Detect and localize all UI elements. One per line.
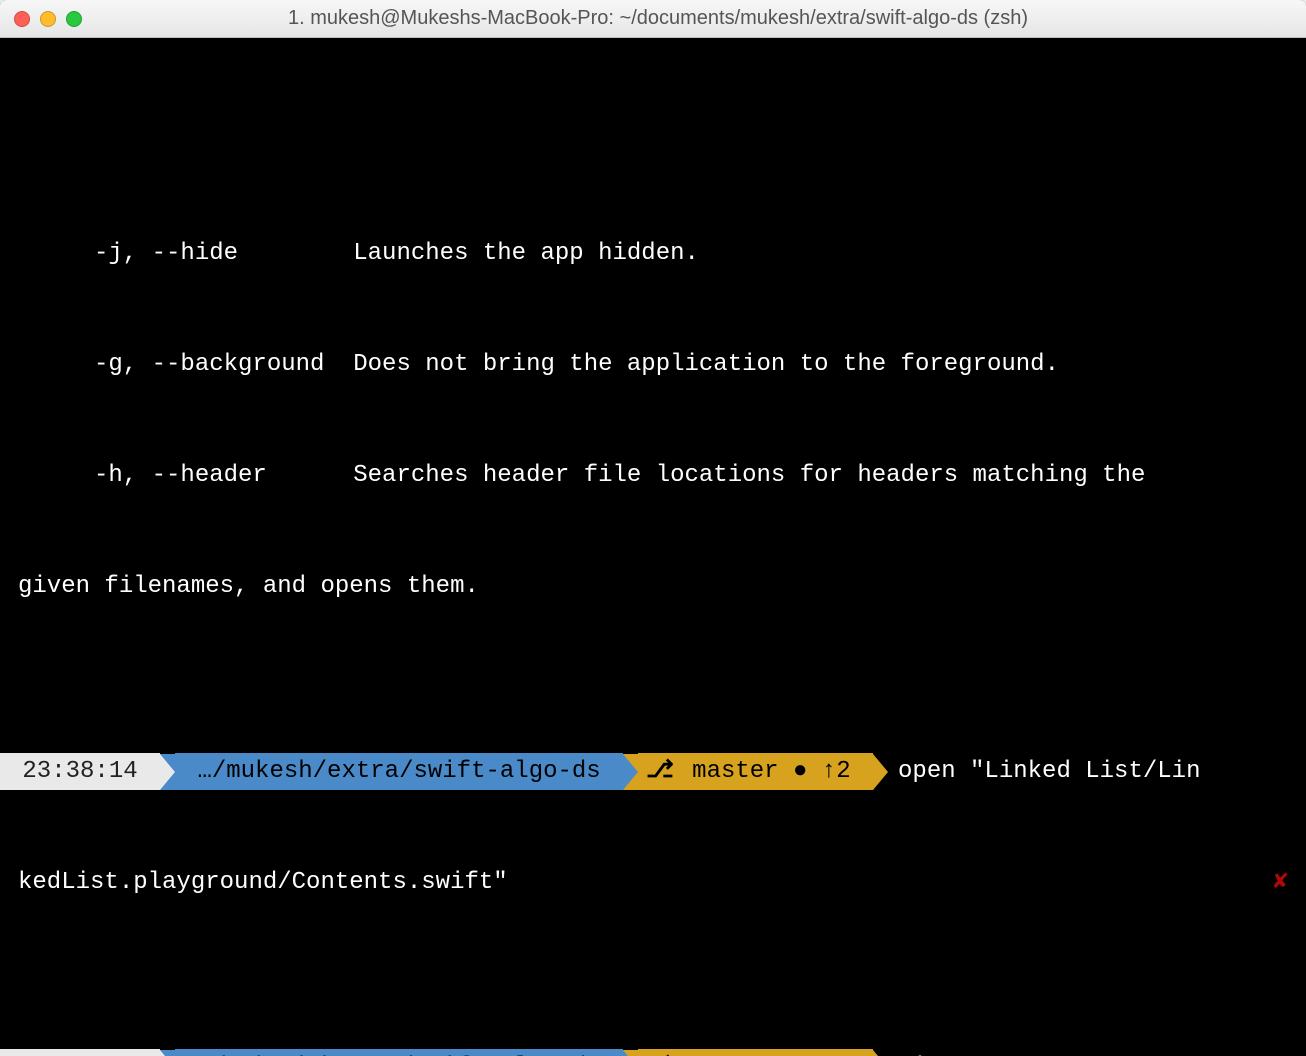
- chevron-right-icon: [873, 754, 888, 790]
- prompt-line: 23:42:05 …/mukesh/extra/swift-algo-ds ⎇ …: [0, 1049, 1306, 1056]
- terminal-window: 1. mukesh@Mukeshs-MacBook-Pro: ~/documen…: [0, 0, 1306, 1056]
- chevron-right-icon: [623, 1050, 638, 1056]
- prompt-branch-segment: ⎇ master ● ↑2: [638, 1049, 873, 1056]
- command-continuation: kedList.playground/Contents.swift" ✘: [0, 864, 1306, 901]
- terminal-body[interactable]: -j, --hide Launches the app hidden. -g, …: [0, 38, 1306, 1056]
- prompt-line: 23:38:14 …/mukesh/extra/swift-algo-ds ⎇ …: [0, 753, 1306, 790]
- prompt-path: …/mukesh/extra/swift-algo-ds: [197, 753, 600, 790]
- prompt-branch: master ● ↑2: [692, 1049, 850, 1056]
- prompt-time: 23:38:14: [22, 753, 137, 790]
- command-continuation-text: kedList.playground/Contents.swift": [18, 864, 508, 901]
- prompt-path-segment: …/mukesh/extra/swift-algo-ds: [175, 1049, 623, 1056]
- window-title: 1. mukesh@Mukeshs-MacBook-Pro: ~/documen…: [24, 7, 1292, 30]
- prompt-time-segment: 23:38:14: [0, 753, 160, 790]
- git-branch-icon: ⎇: [646, 753, 674, 790]
- git-branch-icon: ⎇: [646, 1049, 674, 1056]
- titlebar: 1. mukesh@Mukeshs-MacBook-Pro: ~/documen…: [0, 0, 1306, 38]
- prompt-time: 23:42:05: [22, 1049, 137, 1056]
- help-desc: Does not bring the application to the fo…: [353, 351, 1059, 378]
- help-line: -h, --header Searches header file locati…: [0, 457, 1306, 494]
- chevron-right-icon: [160, 754, 175, 790]
- help-line: -j, --hide Launches the app hidden.: [0, 235, 1306, 272]
- error-icon: ✘: [1274, 864, 1288, 901]
- help-continuation: given filenames, and opens them.: [0, 568, 1306, 605]
- prompt-command[interactable]: open "Linked List/Lin: [888, 753, 1306, 790]
- chevron-right-icon: [160, 1050, 175, 1056]
- help-line: -g, --background Does not bring the appl…: [0, 346, 1306, 383]
- help-flags: -g, --background: [94, 351, 324, 378]
- prompt-command[interactable]: git status: [888, 1049, 1306, 1056]
- prompt-branch-segment: ⎇ master ● ↑2: [638, 753, 873, 790]
- help-flags: -j, --hide: [94, 240, 238, 267]
- help-desc: Launches the app hidden.: [353, 240, 699, 267]
- prompt-time-segment: 23:42:05: [0, 1049, 160, 1056]
- terminal-content: -j, --hide Launches the app hidden. -g, …: [0, 112, 1306, 1056]
- prompt-path-segment: …/mukesh/extra/swift-algo-ds: [175, 753, 623, 790]
- chevron-right-icon: [623, 754, 638, 790]
- prompt-path: …/mukesh/extra/swift-algo-ds: [197, 1049, 600, 1056]
- help-flags: -h, --header: [94, 462, 267, 489]
- chevron-right-icon: [873, 1050, 888, 1056]
- prompt-branch: master ● ↑2: [692, 753, 850, 790]
- help-desc: Searches header file locations for heade…: [353, 462, 1145, 489]
